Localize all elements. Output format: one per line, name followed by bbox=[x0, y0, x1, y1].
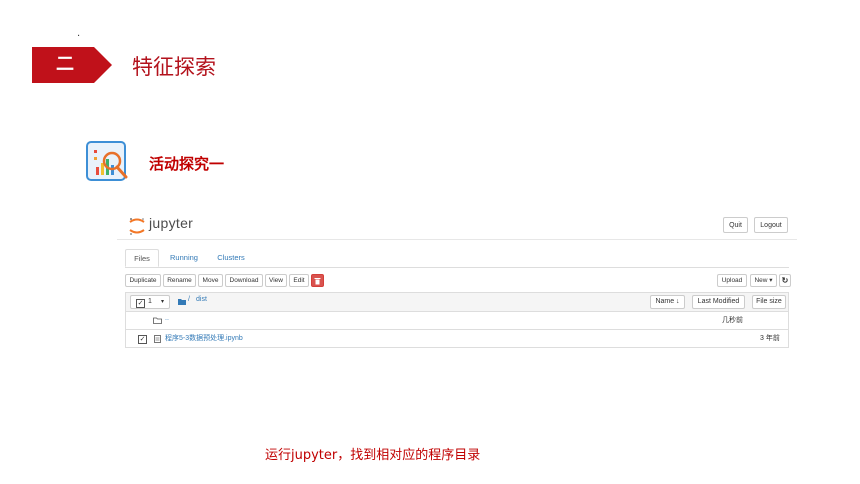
jupyter-logo-text: jupyter bbox=[149, 215, 194, 231]
file-row-parent[interactable]: .. 几秒前 bbox=[125, 312, 789, 330]
folder-icon bbox=[178, 299, 186, 305]
activity-chart-icon bbox=[86, 141, 130, 185]
sort-by-file-size-button[interactable]: File size bbox=[752, 295, 786, 309]
refresh-icon[interactable]: ↻ bbox=[779, 274, 791, 287]
file-modified: 几秒前 bbox=[722, 317, 743, 324]
file-name-link[interactable]: 程序5-3数据预处理.ipynb bbox=[165, 333, 243, 343]
slide-dot: . bbox=[77, 28, 81, 39]
caret-down-icon: ▾ bbox=[161, 299, 165, 305]
view-button[interactable]: View bbox=[265, 274, 287, 287]
duplicate-button[interactable]: Duplicate bbox=[125, 274, 161, 287]
file-modified: 3 年前 bbox=[760, 335, 780, 342]
notebook-icon bbox=[154, 335, 161, 343]
edit-button[interactable]: Edit bbox=[289, 274, 309, 287]
section-title: 特征探索 bbox=[132, 55, 216, 79]
file-row-notebook[interactable]: ✓ 程序5-3数据预处理.ipynb 3 年前 bbox=[125, 330, 789, 348]
slide-caption: 运行jupyter，找到相对应的程序目录 bbox=[265, 448, 481, 463]
new-dropdown-button[interactable]: New ▾ bbox=[750, 274, 777, 287]
quit-button[interactable]: Quit bbox=[723, 217, 748, 233]
trash-icon bbox=[314, 278, 321, 285]
jupyter-logo-icon bbox=[129, 218, 145, 235]
activity-title: 活动探究一 bbox=[149, 155, 225, 173]
selected-count: 1 bbox=[148, 298, 152, 305]
jupyter-header: jupyter Quit Logout bbox=[117, 211, 797, 240]
upload-button[interactable]: Upload bbox=[717, 274, 747, 287]
file-list-header: ✓ 1 ▾ / dist Name ↓ Last Modified File s… bbox=[125, 292, 789, 312]
rename-button[interactable]: Rename bbox=[163, 274, 196, 287]
select-all-checkbox-icon[interactable]: ✓ bbox=[136, 299, 145, 308]
delete-button[interactable] bbox=[311, 274, 324, 287]
row-checkbox-checked-icon[interactable]: ✓ bbox=[138, 335, 147, 344]
select-all-dropdown[interactable]: ✓ 1 ▾ bbox=[130, 295, 170, 309]
path-separator: / bbox=[188, 296, 190, 303]
section-badge: 二 bbox=[32, 47, 112, 83]
logout-button[interactable]: Logout bbox=[754, 217, 788, 233]
tab-clusters[interactable]: Clusters bbox=[211, 249, 251, 267]
tab-files[interactable]: Files bbox=[125, 249, 159, 267]
file-name-link[interactable]: .. bbox=[165, 315, 169, 322]
jupyter-file-browser: jupyter Quit Logout Files Running Cluste… bbox=[117, 211, 797, 352]
tab-running[interactable]: Running bbox=[165, 249, 203, 267]
download-button[interactable]: Download bbox=[225, 274, 263, 287]
tab-divider bbox=[125, 267, 789, 268]
section-number: 二 bbox=[56, 54, 74, 75]
sort-by-name-button[interactable]: Name ↓ bbox=[650, 295, 685, 309]
folder-outline-icon bbox=[153, 317, 162, 324]
move-button[interactable]: Move bbox=[198, 274, 223, 287]
current-folder-link[interactable]: dist bbox=[196, 296, 207, 303]
sort-by-last-modified-button[interactable]: Last Modified bbox=[692, 295, 745, 309]
